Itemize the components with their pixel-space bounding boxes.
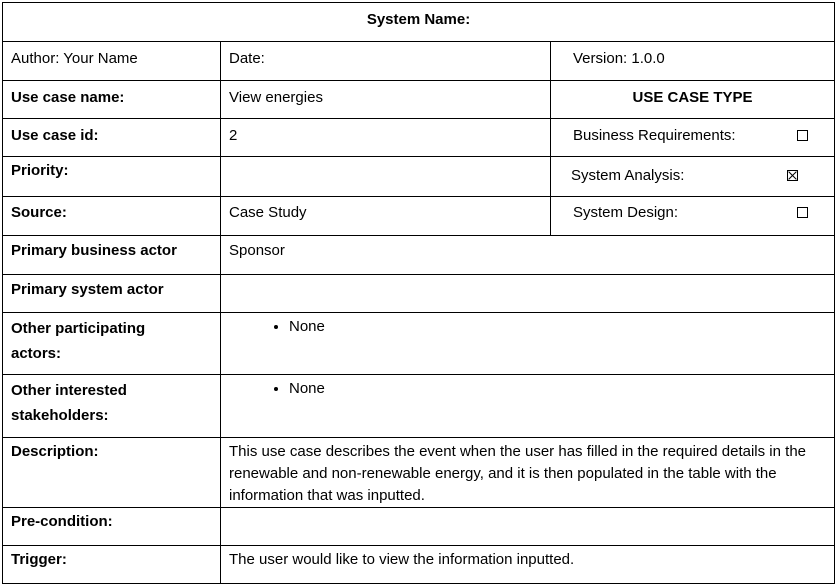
description-row: Description: This use case describes the… (2, 437, 836, 508)
primary-business-actor-value: Sponsor (219, 235, 836, 275)
system-analysis-option: System Analysis: (549, 156, 836, 197)
system-design-option: System Design: (549, 196, 836, 236)
system-name-label: System Name: (1, 2, 836, 42)
trigger-label: Trigger: (2, 545, 221, 584)
list-item: None (289, 316, 826, 338)
stakeholders-row: Other interested stakeholders: None (2, 374, 836, 438)
system-analysis-checked-checkbox-icon[interactable] (787, 170, 799, 181)
other-actors-label: Other participating actors: (2, 312, 221, 375)
system-name-row: System Name: (1, 2, 836, 42)
list-item: None (289, 378, 826, 400)
priority-label: Priority: (2, 156, 221, 197)
precondition-row: Pre-condition: (2, 507, 836, 546)
business-requirements-option: Business Requirements: (549, 118, 836, 157)
primary-system-actor-value (219, 274, 836, 313)
business-requirements-checkbox-icon[interactable] (797, 130, 809, 141)
use-case-type-heading: USE CASE TYPE (549, 80, 836, 119)
use-case-id-label: Use case id: (2, 118, 221, 157)
primary-business-actor-label: Primary business actor (2, 235, 221, 275)
source-value: Case Study (220, 196, 551, 236)
system-analysis-label: System Analysis: (571, 167, 685, 184)
priority-row: Priority: System Analysis: (2, 156, 836, 197)
author-row: Author: Your Name Date: Version: 1.0.0 (2, 41, 836, 81)
use-case-id-row: Use case id: 2 Business Requirements: (2, 118, 836, 157)
priority-value (220, 156, 551, 197)
use-case-table: System Name: Author: Your Name Date: Ver… (1, 2, 836, 584)
use-case-document: System Name: Author: Your Name Date: Ver… (0, 0, 838, 585)
other-actors-row: Other participating actors: None (2, 312, 836, 375)
description-label: Description: (2, 437, 221, 508)
primary-system-actor-row: Primary system actor (2, 274, 836, 313)
use-case-name-label: Use case name: (2, 80, 221, 119)
business-requirements-label: Business Requirements: (573, 127, 736, 144)
stakeholders-value: None (219, 374, 836, 438)
primary-business-actor-row: Primary business actor Sponsor (2, 235, 836, 275)
system-design-label: System Design: (573, 204, 679, 221)
system-design-checkbox-icon[interactable] (797, 207, 809, 218)
precondition-label: Pre-condition: (2, 507, 221, 546)
primary-system-actor-label: Primary system actor (2, 274, 221, 313)
stakeholders-label: Other interested stakeholders: (2, 374, 221, 438)
version-cell: Version: 1.0.0 (549, 41, 836, 81)
source-row: Source: Case Study System Design: (2, 196, 836, 236)
trigger-row: Trigger: The user would like to view the… (2, 545, 836, 584)
use-case-name-value: View energies (220, 80, 551, 119)
use-case-name-row: Use case name: View energies USE CASE TY… (2, 80, 836, 119)
precondition-value (219, 507, 836, 546)
use-case-id-value: 2 (220, 118, 551, 157)
source-label: Source: (2, 196, 221, 236)
trigger-value: The user would like to view the informat… (219, 545, 836, 584)
description-value: This use case describes the event when t… (219, 437, 836, 508)
date-cell: Date: (220, 41, 551, 81)
other-actors-value: None (219, 312, 836, 375)
author-cell: Author: Your Name (2, 41, 221, 81)
